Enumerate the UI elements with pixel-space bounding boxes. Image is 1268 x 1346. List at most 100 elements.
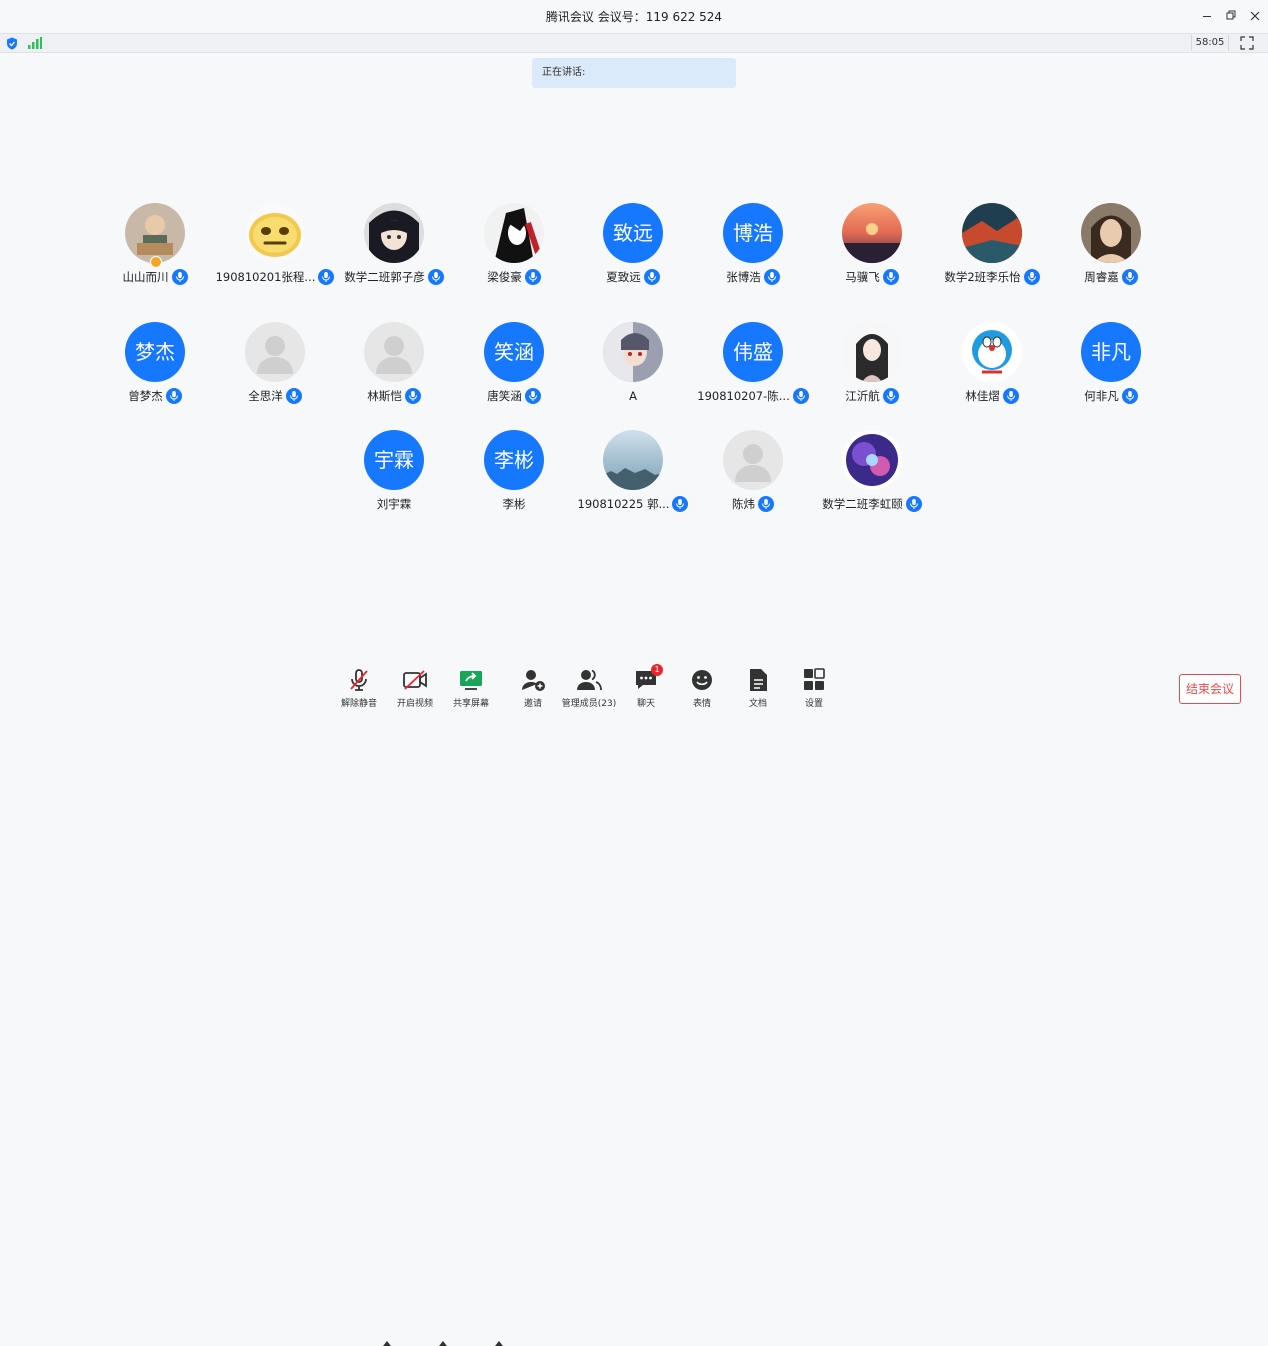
mic-icon (165, 388, 182, 404)
participant-tile[interactable]: 数学二班郭子彦 (334, 203, 454, 293)
mic-icon (431, 272, 440, 282)
avatar: 笑涵 (484, 322, 544, 382)
fullscreen-icon[interactable] (1240, 36, 1254, 50)
restore-button[interactable] (1222, 7, 1240, 25)
shield-icon[interactable] (6, 37, 18, 50)
participant-tile[interactable]: 江沂航 (812, 322, 932, 412)
mic-icon (1023, 269, 1040, 285)
avatar (1081, 203, 1141, 263)
mic-icon (528, 391, 537, 401)
restore-icon (1226, 10, 1236, 20)
mic-icon (643, 269, 660, 285)
share-screen-label: 共享屏幕 (452, 699, 489, 709)
participant-tile[interactable]: 博浩 张博浩 (693, 203, 813, 293)
participant-tile[interactable]: 山山而川 (95, 203, 215, 293)
participant-tile[interactable]: 致远 夏致远 (573, 203, 693, 293)
participant-name-row: 林斯恺 (334, 388, 454, 406)
reactions-button[interactable]: 表情 (674, 668, 730, 714)
avatar (842, 322, 902, 382)
participant-tile[interactable]: 周睿嘉 (1051, 203, 1171, 293)
participant-tile[interactable]: 李彬 李彬 (454, 430, 574, 520)
minimize-button[interactable] (1198, 7, 1216, 25)
mic-icon (408, 391, 417, 401)
caret-up-icon[interactable] (439, 1340, 447, 1346)
participant-tile[interactable]: 林佳熠 (932, 322, 1052, 412)
mic-icon (1125, 391, 1134, 401)
caret-up-icon[interactable] (495, 1340, 503, 1346)
participant-grid: 山山而川 190810201张程... 数学二班郭子彦 梁俊豪 致远 夏致远 博浩张博浩 马骥… (0, 0, 1268, 714)
participant-name-row: 林佳熠 (932, 388, 1052, 406)
participant-tile[interactable]: 全思洋 (215, 322, 335, 412)
participant-tile[interactable]: 林斯恺 (334, 322, 454, 412)
participant-tile[interactable]: 宇霖 刘宇霖 (334, 430, 454, 520)
caret-up-icon[interactable] (383, 1340, 391, 1346)
participant-name: 陈炜 (732, 497, 755, 511)
title-bar: 腾讯会议 会议号：119 622 524 (0, 0, 1268, 33)
signal-icon[interactable] (28, 37, 42, 49)
participant-name-row: 曾梦杰 (95, 388, 215, 406)
mic-icon (404, 388, 421, 404)
avatar (484, 203, 544, 263)
participant-name: 数学二班李虹颐 (822, 497, 903, 511)
mic-icon (171, 269, 188, 285)
mic-icon (528, 272, 537, 282)
documents-button[interactable]: 文档 (730, 668, 786, 714)
mic-icon (524, 269, 541, 285)
mic-icon (169, 391, 178, 401)
mic-icon (1121, 269, 1138, 285)
avatar: 非凡 (1081, 322, 1141, 382)
participant-tile[interactable]: 马骥飞 (812, 203, 932, 293)
close-button[interactable] (1246, 7, 1264, 25)
mic-muted-icon (350, 669, 368, 691)
mic-icon (289, 391, 298, 401)
avatar (603, 430, 663, 490)
grid-settings-icon (804, 668, 825, 690)
participant-name-row: 刘宇霖 (334, 496, 454, 514)
unmute-button[interactable]: 解除静音 (331, 668, 387, 714)
close-icon (1250, 11, 1260, 21)
end-meeting-button[interactable]: 结束会议 (1179, 674, 1241, 704)
participant-name: 李彬 (502, 497, 526, 511)
host-badge-icon (150, 256, 162, 268)
mic-icon (767, 272, 776, 282)
start-video-button[interactable]: 开启视频 (387, 668, 443, 714)
participant-tile[interactable]: 数学2班李乐怡 (932, 203, 1052, 293)
camera-off-icon (403, 670, 427, 690)
avatar: 李彬 (484, 430, 544, 490)
participant-name: 数学二班郭子彦 (344, 270, 425, 284)
mic-icon (1125, 272, 1134, 282)
manage-members-button[interactable]: 管理成员(23) (561, 668, 617, 714)
avatar (842, 203, 902, 263)
participant-tile[interactable]: 梁俊豪 (454, 203, 574, 293)
participant-tile[interactable]: 伟盛 190810207-陈... (693, 322, 813, 412)
mic-icon (1002, 388, 1019, 404)
mic-icon (796, 391, 805, 401)
avatar: 博浩 (723, 203, 783, 263)
mic-icon (1121, 388, 1138, 404)
chat-button[interactable]: 1 聊天 (618, 664, 674, 714)
avatar (962, 203, 1022, 263)
settings-button[interactable]: 设置 (786, 668, 842, 714)
bottom-toolbar: 解除静音 开启视频 共享屏幕 邀请 管理成员(23) 1 聊天 表情 文档 设置 (0, 660, 1268, 1346)
participant-tile[interactable]: 190810225 郭... (573, 430, 693, 520)
participant-tile[interactable]: 数学二班李虹颐 (812, 430, 932, 520)
mic-icon (758, 496, 774, 512)
participant-name: 山山而川 (122, 270, 169, 284)
share-screen-button[interactable]: 共享屏幕 (443, 668, 499, 714)
invite-button[interactable]: 邀请 (505, 668, 561, 714)
participant-name: 何非凡 (1084, 389, 1119, 403)
mic-icon (886, 272, 895, 282)
participant-tile[interactable]: 笑涵 唐笑涵 (454, 322, 574, 412)
participant-tile[interactable]: 梦杰 曾梦杰 (95, 322, 215, 412)
mic-icon (676, 499, 685, 509)
avatar: 梦杰 (125, 322, 185, 382)
avatar (245, 322, 305, 382)
participant-name-row: 夏致远 (573, 269, 693, 287)
participant-tile[interactable]: 非凡 何非凡 (1051, 322, 1171, 412)
participant-tile[interactable]: 陈炜 (693, 430, 813, 520)
participant-name-row: 张博浩 (693, 269, 813, 287)
mic-icon (175, 272, 184, 282)
participant-tile[interactable]: 190810201张程... (215, 203, 335, 293)
participant-tile[interactable]: A (573, 322, 693, 412)
participant-name-row: 周睿嘉 (1051, 269, 1171, 287)
